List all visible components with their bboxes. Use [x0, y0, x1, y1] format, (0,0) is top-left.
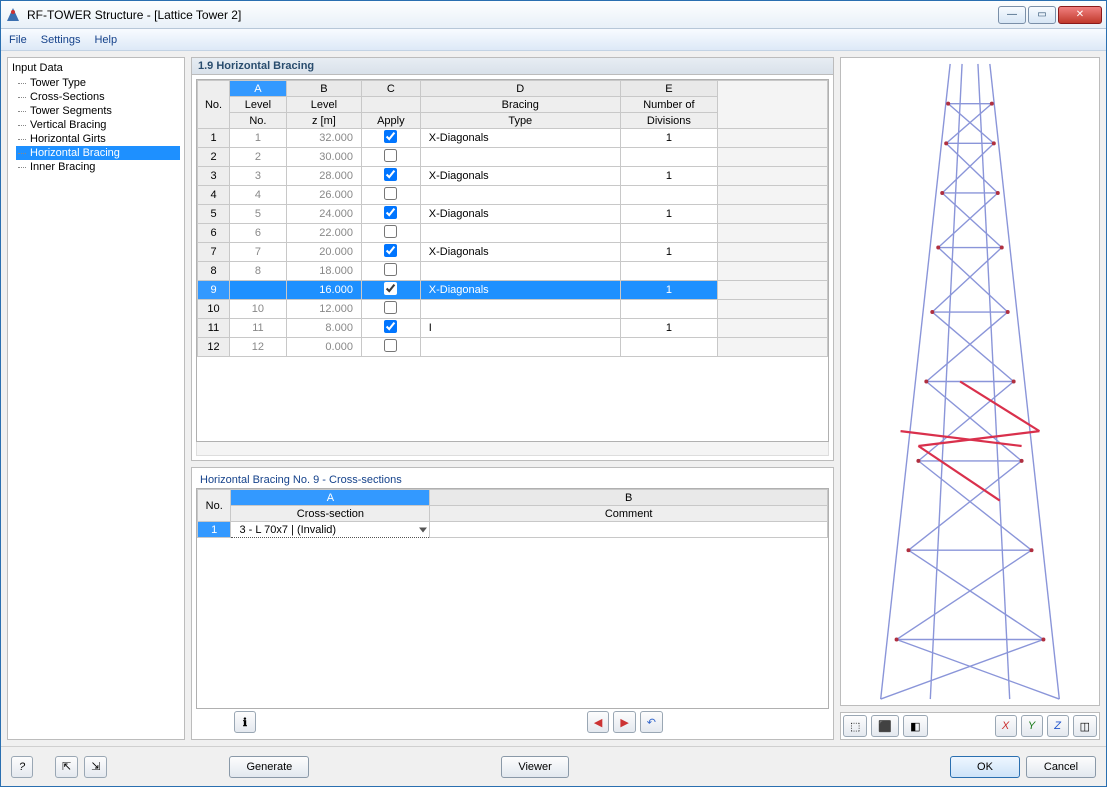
help-button[interactable]: ?	[11, 756, 33, 778]
tree-item-horizontal-girts[interactable]: Horizontal Girts	[16, 132, 180, 146]
tree-header: Input Data	[12, 62, 180, 74]
input-tree-panel: Input Data Tower TypeCross-SectionsTower…	[7, 57, 185, 740]
menu-help[interactable]: Help	[94, 34, 117, 46]
view-iso[interactable]: ◫	[1073, 715, 1097, 737]
main-grid-panel: 1.9 Horizontal Bracing No.ABCDELevelLeve…	[191, 57, 834, 461]
close-button[interactable]: ✕	[1058, 6, 1102, 24]
apply-checkbox[interactable]	[384, 282, 397, 295]
grid-statusbar	[196, 442, 829, 456]
cross-section-table[interactable]: No.ABCross-sectionComment13 - L 70x7 | (…	[197, 489, 828, 538]
tree-item-tower-type[interactable]: Tower Type	[16, 76, 180, 90]
cancel-button[interactable]: Cancel	[1026, 756, 1096, 778]
generate-button[interactable]: Generate	[229, 756, 309, 778]
titlebar: RF-TOWER Structure - [Lattice Tower 2] —…	[1, 1, 1106, 29]
apply-checkbox[interactable]	[384, 168, 397, 181]
apply-checkbox[interactable]	[384, 320, 397, 333]
preview-toolbar: ⬚ ⬛ ◧ X Y Z ◫	[840, 712, 1100, 740]
table-row[interactable]: 13 - L 70x7 | (Invalid)	[198, 522, 828, 538]
view-mode-3[interactable]: ◧	[903, 715, 927, 737]
apply-checkbox[interactable]	[384, 301, 397, 314]
bottom-bar: ? ⇱ ⇲ Generate Viewer OK Cancel	[1, 746, 1106, 786]
tree-item-vertical-bracing[interactable]: Vertical Bracing	[16, 118, 180, 132]
app-window: RF-TOWER Structure - [Lattice Tower 2] —…	[0, 0, 1107, 787]
apply-checkbox[interactable]	[384, 244, 397, 257]
reset-button[interactable]: ↶	[640, 711, 663, 733]
viewer-button[interactable]: Viewer	[501, 756, 568, 778]
tree-item-horizontal-bracing[interactable]: Horizontal Bracing	[16, 146, 180, 160]
minimize-button[interactable]: —	[998, 6, 1026, 24]
table-row[interactable]: 101012.000	[198, 300, 828, 319]
next-button[interactable]: ▶	[613, 711, 635, 733]
tower-preview[interactable]	[840, 57, 1100, 706]
apply-checkbox[interactable]	[384, 263, 397, 276]
table-row[interactable]: 11118.000I1	[198, 319, 828, 338]
table-row[interactable]: 8818.000	[198, 262, 828, 281]
section-title: 1.9 Horizontal Bracing	[192, 58, 833, 75]
menubar: File Settings Help	[1, 29, 1106, 51]
tree-item-tower-segments[interactable]: Tower Segments	[16, 104, 180, 118]
sub-title: Horizontal Bracing No. 9 - Cross-section…	[196, 472, 829, 488]
table-row[interactable]: 4426.000	[198, 186, 828, 205]
apply-checkbox[interactable]	[384, 149, 397, 162]
apply-checkbox[interactable]	[384, 187, 397, 200]
tree-item-inner-bracing[interactable]: Inner Bracing	[16, 160, 180, 174]
view-x[interactable]: X	[995, 715, 1017, 737]
apply-checkbox[interactable]	[384, 206, 397, 219]
view-y[interactable]: Y	[1021, 715, 1043, 737]
table-row[interactable]: 12120.000	[198, 338, 828, 357]
cross-section-cell[interactable]: 3 - L 70x7 | (Invalid)	[231, 522, 430, 538]
menu-settings[interactable]: Settings	[41, 34, 81, 46]
ok-button[interactable]: OK	[950, 756, 1020, 778]
apply-checkbox[interactable]	[384, 339, 397, 352]
table-row[interactable]: 6622.000	[198, 224, 828, 243]
table-row[interactable]: 7720.000X-Diagonals1	[198, 243, 828, 262]
table-row[interactable]: 2230.000	[198, 148, 828, 167]
window-title: RF-TOWER Structure - [Lattice Tower 2]	[27, 8, 998, 22]
tree-item-cross-sections[interactable]: Cross-Sections	[16, 90, 180, 104]
maximize-button[interactable]: ▭	[1028, 6, 1056, 24]
sub-grid-panel: Horizontal Bracing No. 9 - Cross-section…	[191, 467, 834, 740]
table-row[interactable]: 5524.000X-Diagonals1	[198, 205, 828, 224]
view-mode-2[interactable]: ⬛	[871, 715, 899, 737]
menu-file[interactable]: File	[9, 34, 27, 46]
info-button[interactable]: ℹ	[234, 711, 256, 733]
table-row[interactable]: 1132.000X-Diagonals1	[198, 129, 828, 148]
apply-checkbox[interactable]	[384, 225, 397, 238]
export-button[interactable]: ⇲	[84, 756, 107, 778]
prev-button[interactable]: ◀	[587, 711, 609, 733]
sub-toolbar: ℹ ◀ ▶ ↶	[196, 709, 829, 735]
table-row[interactable]: 916.000X-Diagonals1	[198, 281, 828, 300]
app-icon	[5, 7, 21, 23]
view-z[interactable]: Z	[1047, 715, 1069, 737]
bracing-table[interactable]: No.ABCDELevelLevelBracingNumber ofNo.z […	[197, 80, 828, 357]
table-row[interactable]: 3328.000X-Diagonals1	[198, 167, 828, 186]
apply-checkbox[interactable]	[384, 130, 397, 143]
view-mode-1[interactable]: ⬚	[843, 715, 867, 737]
import-button[interactable]: ⇱	[55, 756, 78, 778]
